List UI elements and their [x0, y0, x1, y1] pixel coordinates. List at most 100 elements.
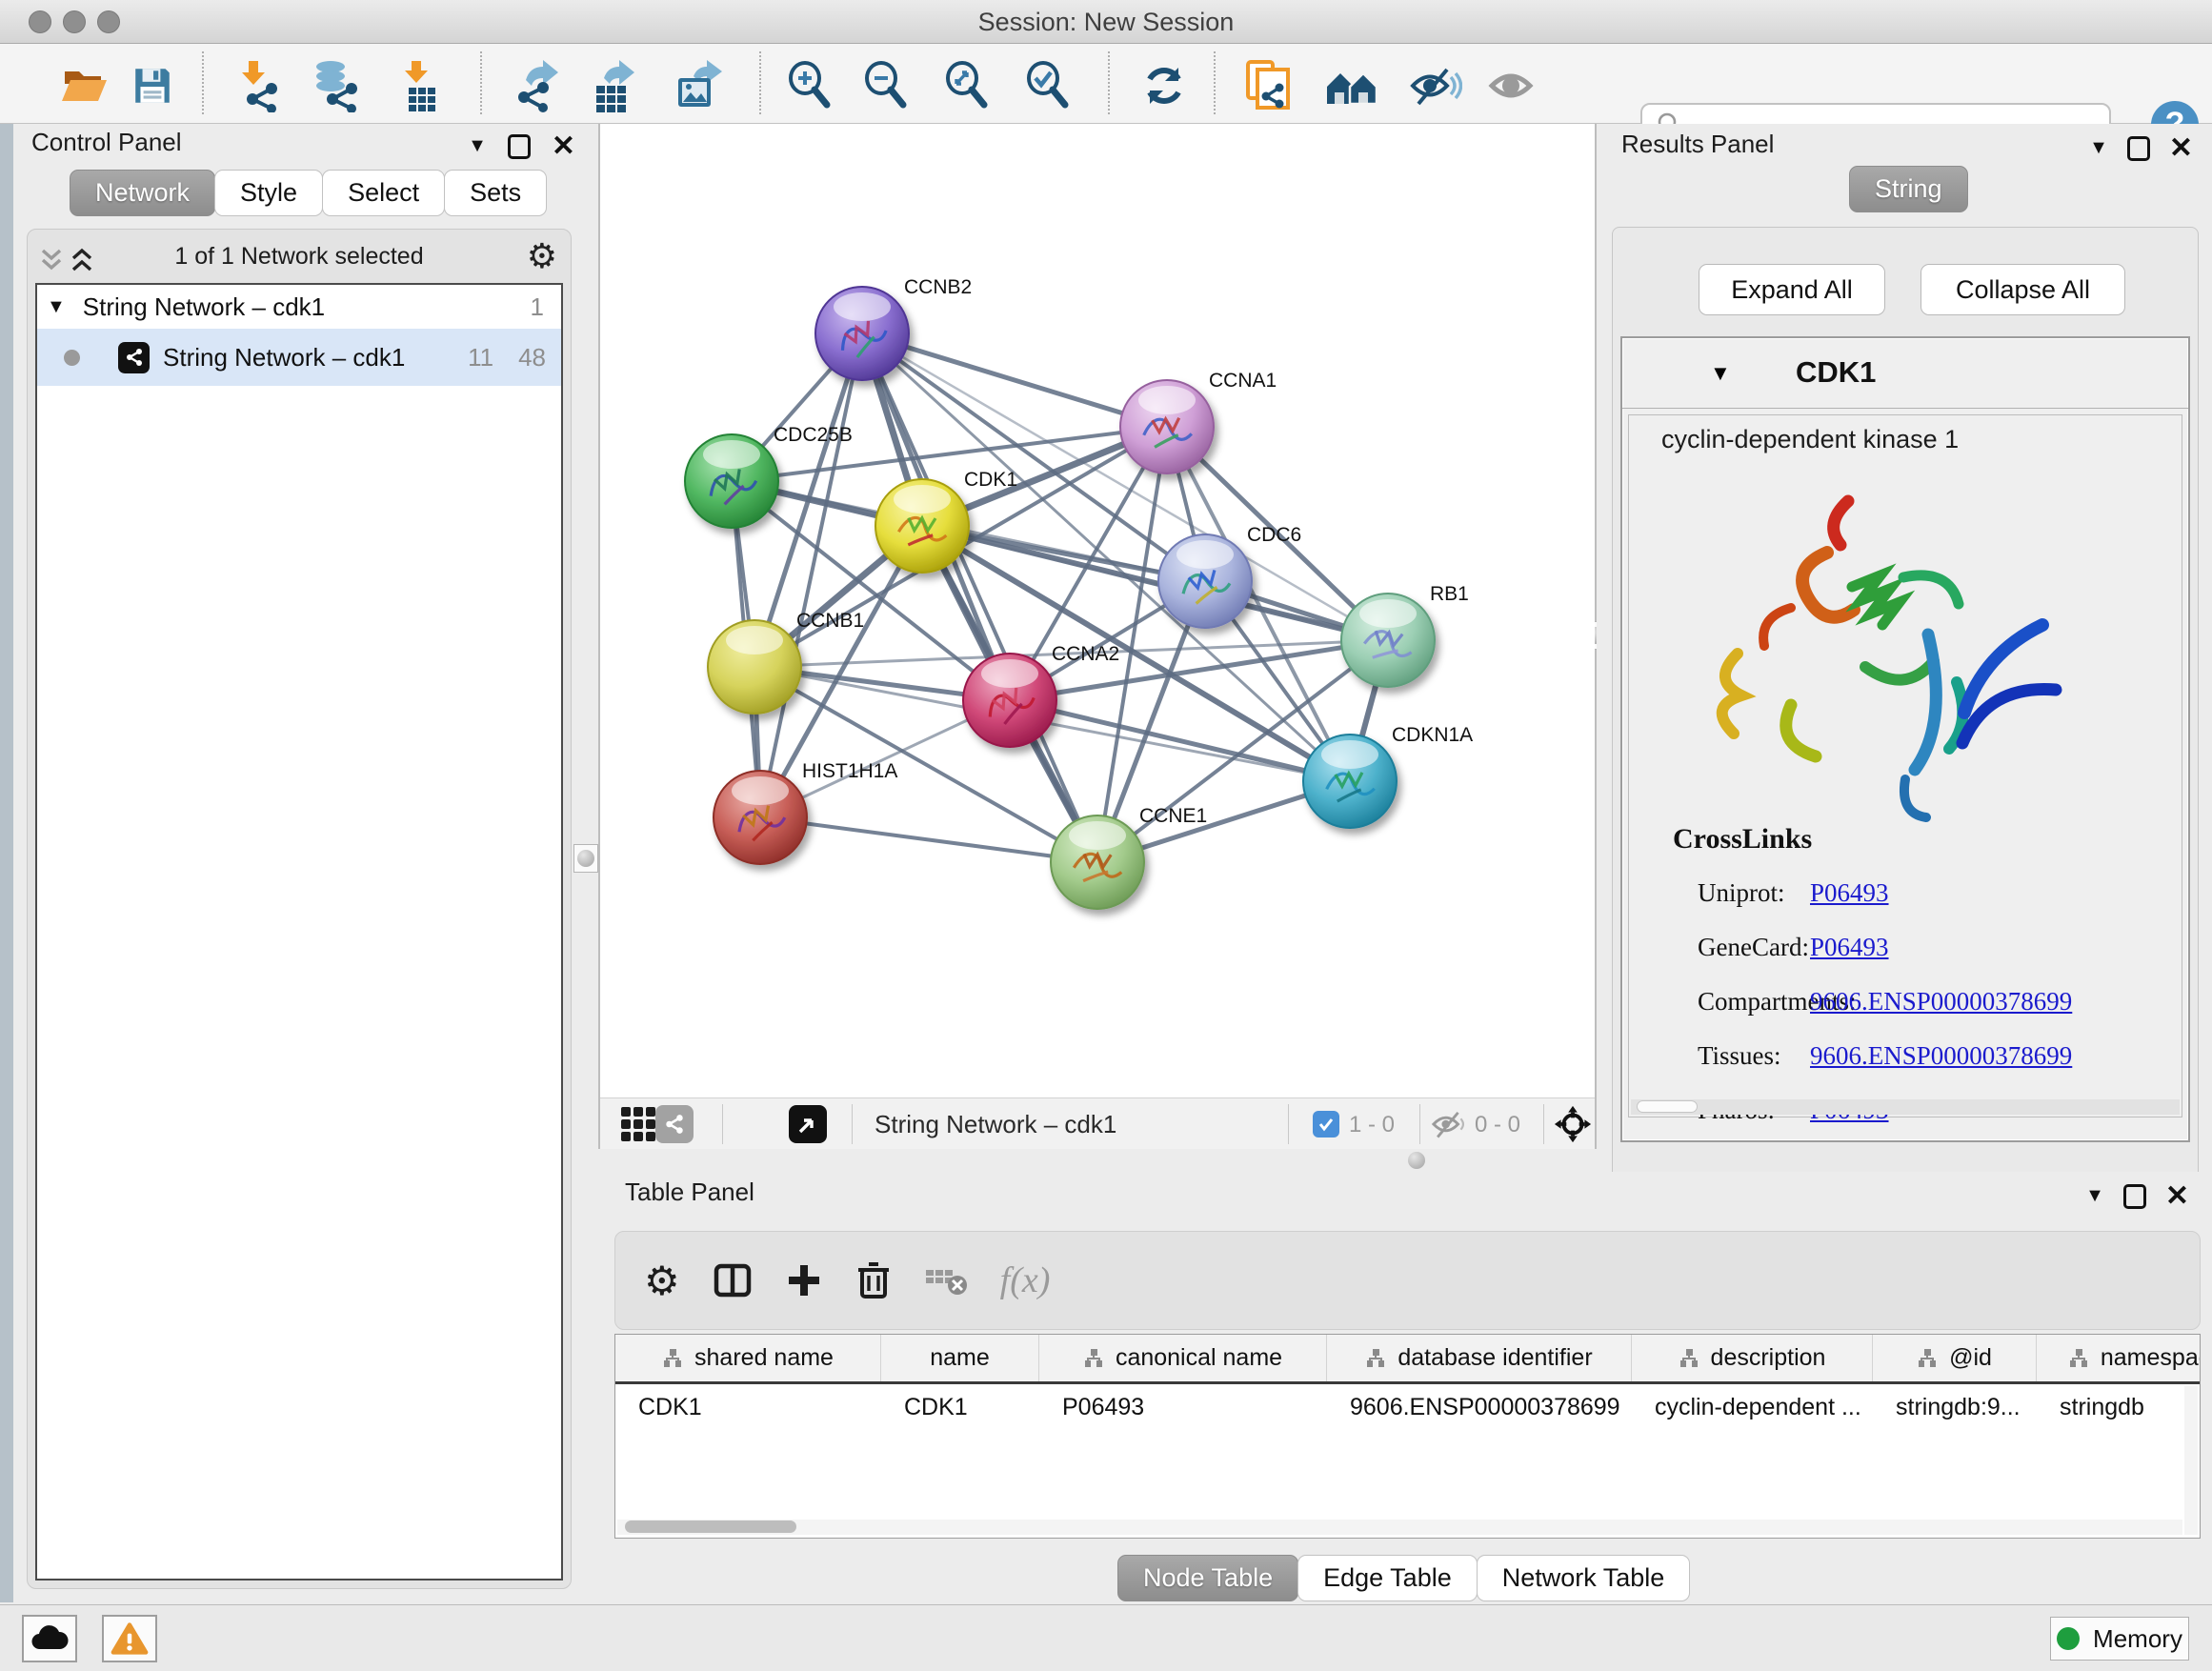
zoom-selected-button[interactable]: [1021, 59, 1075, 112]
network-edge[interactable]: [760, 817, 1097, 862]
column-header-description[interactable]: description: [1632, 1335, 1873, 1381]
selected-items-checkbox-icon[interactable]: [1313, 1111, 1339, 1137]
birds-eye-view-icon[interactable]: [789, 1105, 827, 1143]
add-column-icon[interactable]: [785, 1261, 823, 1299]
expand-all-button[interactable]: Expand All: [1699, 264, 1885, 315]
crosslink-link[interactable]: 9606.ENSP00000378699: [1810, 987, 2072, 1017]
network-options-gear-icon[interactable]: ⚙: [527, 237, 557, 276]
float-panel-icon[interactable]: [2123, 1184, 2146, 1209]
network-node-HIST1H1A[interactable]: HIST1H1A: [714, 760, 897, 864]
hide-unhide-panels-button[interactable]: [1409, 59, 1462, 112]
table-cell[interactable]: stringdb:9...: [1873, 1384, 2037, 1434]
export-network-icon: [513, 59, 562, 112]
close-panel-icon[interactable]: ✕: [552, 130, 575, 163]
panel-menu-icon[interactable]: ▼: [468, 135, 487, 157]
table-cell[interactable]: 9606.ENSP00000378699: [1327, 1384, 1632, 1434]
tree-expander-icon[interactable]: ▼: [47, 296, 66, 318]
network-node-CCNA1[interactable]: CCNA1: [1120, 370, 1277, 473]
delete-column-icon[interactable]: [855, 1260, 892, 1300]
column-header-shared-name[interactable]: shared name: [615, 1335, 881, 1381]
import-network-from-database-button[interactable]: [309, 59, 362, 112]
crosslink-link[interactable]: P06493: [1810, 933, 1889, 962]
zoom-in-button[interactable]: [783, 59, 836, 112]
save-session-button[interactable]: [126, 59, 179, 112]
show-columns-icon[interactable]: [713, 1260, 753, 1300]
show-hide-panel-button[interactable]: [1486, 59, 1539, 112]
import-table-button[interactable]: [394, 59, 448, 112]
import-network-button[interactable]: [230, 59, 283, 112]
entry-expander-icon[interactable]: ▼: [1710, 361, 1731, 386]
tab-edge-table[interactable]: Edge Table: [1297, 1555, 1478, 1601]
tab-network-table[interactable]: Network Table: [1477, 1555, 1691, 1601]
network-node-RB1[interactable]: RB1: [1341, 583, 1469, 687]
warnings-button[interactable]: [102, 1615, 157, 1662]
cloud-tasks-button[interactable]: [22, 1615, 77, 1662]
network-node-CCNB1[interactable]: CCNB1: [708, 610, 864, 714]
string-home-button[interactable]: [1325, 59, 1378, 112]
table-vscrollbar[interactable]: [2184, 1386, 2198, 1535]
export-image-button[interactable]: [674, 59, 727, 112]
open-session-button[interactable]: [58, 59, 111, 112]
export-table-button[interactable]: [587, 59, 640, 112]
table-header-row: shared namenamecanonical namedatabase id…: [615, 1335, 2200, 1384]
import-database-icon: [310, 59, 361, 112]
panel-menu-icon[interactable]: ▼: [2085, 1185, 2104, 1207]
fit-selected-crosshair-icon[interactable]: [1553, 1104, 1593, 1144]
zoom-out-button[interactable]: [859, 59, 913, 112]
network-from-clipboard-button[interactable]: [1241, 59, 1295, 112]
network-node-CCNB2[interactable]: CCNB2: [815, 276, 972, 380]
column-header-namespace[interactable]: namespace: [2037, 1335, 2201, 1381]
apply-layout-button[interactable]: [1137, 59, 1191, 112]
crosslink-link[interactable]: P06493: [1810, 878, 1889, 908]
memory-button[interactable]: Memory: [2050, 1617, 2189, 1661]
network-edge[interactable]: [862, 333, 1167, 427]
hidden-items-eye-slash-icon[interactable]: [1431, 1110, 1469, 1138]
network-node-CCNE1[interactable]: CCNE1: [1051, 805, 1207, 909]
tab-string[interactable]: String: [1849, 166, 1968, 212]
tab-network[interactable]: Network: [70, 170, 215, 216]
tab-style[interactable]: Style: [214, 170, 323, 216]
left-splitter-handle[interactable]: [573, 844, 598, 873]
network-row-selected[interactable]: String Network – cdk1 11 48: [37, 329, 561, 386]
table-row[interactable]: CDK1CDK1P064939606.ENSP00000378699cyclin…: [615, 1384, 2200, 1434]
function-builder-button[interactable]: f(x): [1000, 1259, 1051, 1301]
column-header-name[interactable]: name: [881, 1335, 1039, 1381]
table-cell[interactable]: CDK1: [881, 1384, 1039, 1434]
clipboard-network-icon: [1244, 58, 1292, 113]
table-cell[interactable]: cyclin-dependent ...: [1632, 1384, 1873, 1434]
close-panel-icon[interactable]: ✕: [2165, 1179, 2189, 1213]
table-options-gear-icon[interactable]: ⚙: [644, 1258, 680, 1304]
zoom-fit-button[interactable]: [940, 59, 994, 112]
table-hscrollbar[interactable]: [617, 1520, 2182, 1535]
panel-menu-icon[interactable]: ▼: [2089, 137, 2108, 159]
float-panel-icon[interactable]: [508, 134, 531, 159]
results-hscrollbar[interactable]: [1631, 1099, 2180, 1115]
network-edge[interactable]: [862, 333, 1097, 862]
delete-table-icon[interactable]: [924, 1262, 968, 1299]
float-panel-icon[interactable]: [2127, 136, 2150, 161]
tab-select[interactable]: Select: [322, 170, 445, 216]
network-node-CDK1[interactable]: CDK1: [875, 469, 1017, 573]
tab-sets[interactable]: Sets: [444, 170, 547, 216]
network-canvas[interactable]: CCNB2CCNA1CDC25BCDK1CDC6RB1CCNB1CCNA2CDK…: [600, 124, 1595, 1097]
column-header--id[interactable]: @id: [1873, 1335, 2037, 1381]
protein-entry-header[interactable]: ▼ CDK1: [1622, 338, 2188, 409]
export-table-icon: [589, 59, 638, 112]
node-label: CDC25B: [774, 424, 853, 446]
network-tree: ▼ String Network – cdk1 1 String Network…: [35, 283, 563, 1580]
close-panel-icon[interactable]: ✕: [2169, 131, 2193, 165]
network-node-CDKN1A[interactable]: CDKN1A: [1303, 724, 1473, 828]
table-cell[interactable]: stringdb: [2037, 1384, 2201, 1434]
column-header-canonical-name[interactable]: canonical name: [1039, 1335, 1327, 1381]
collapse-all-button[interactable]: Collapse All: [1920, 264, 2125, 315]
network-collection-row[interactable]: ▼ String Network – cdk1 1: [37, 285, 561, 329]
tab-node-table[interactable]: Node Table: [1117, 1555, 1298, 1601]
export-network-button[interactable]: [511, 59, 564, 112]
table-cell[interactable]: CDK1: [615, 1384, 881, 1434]
column-header-database-identifier[interactable]: database identifier: [1327, 1335, 1632, 1381]
network-style-icon[interactable]: [655, 1105, 694, 1143]
table-cell[interactable]: P06493: [1039, 1384, 1327, 1434]
crosslink-link[interactable]: 9606.ENSP00000378699: [1810, 1041, 2072, 1071]
grid-view-icon[interactable]: [619, 1105, 657, 1143]
network-edge[interactable]: [760, 333, 862, 817]
